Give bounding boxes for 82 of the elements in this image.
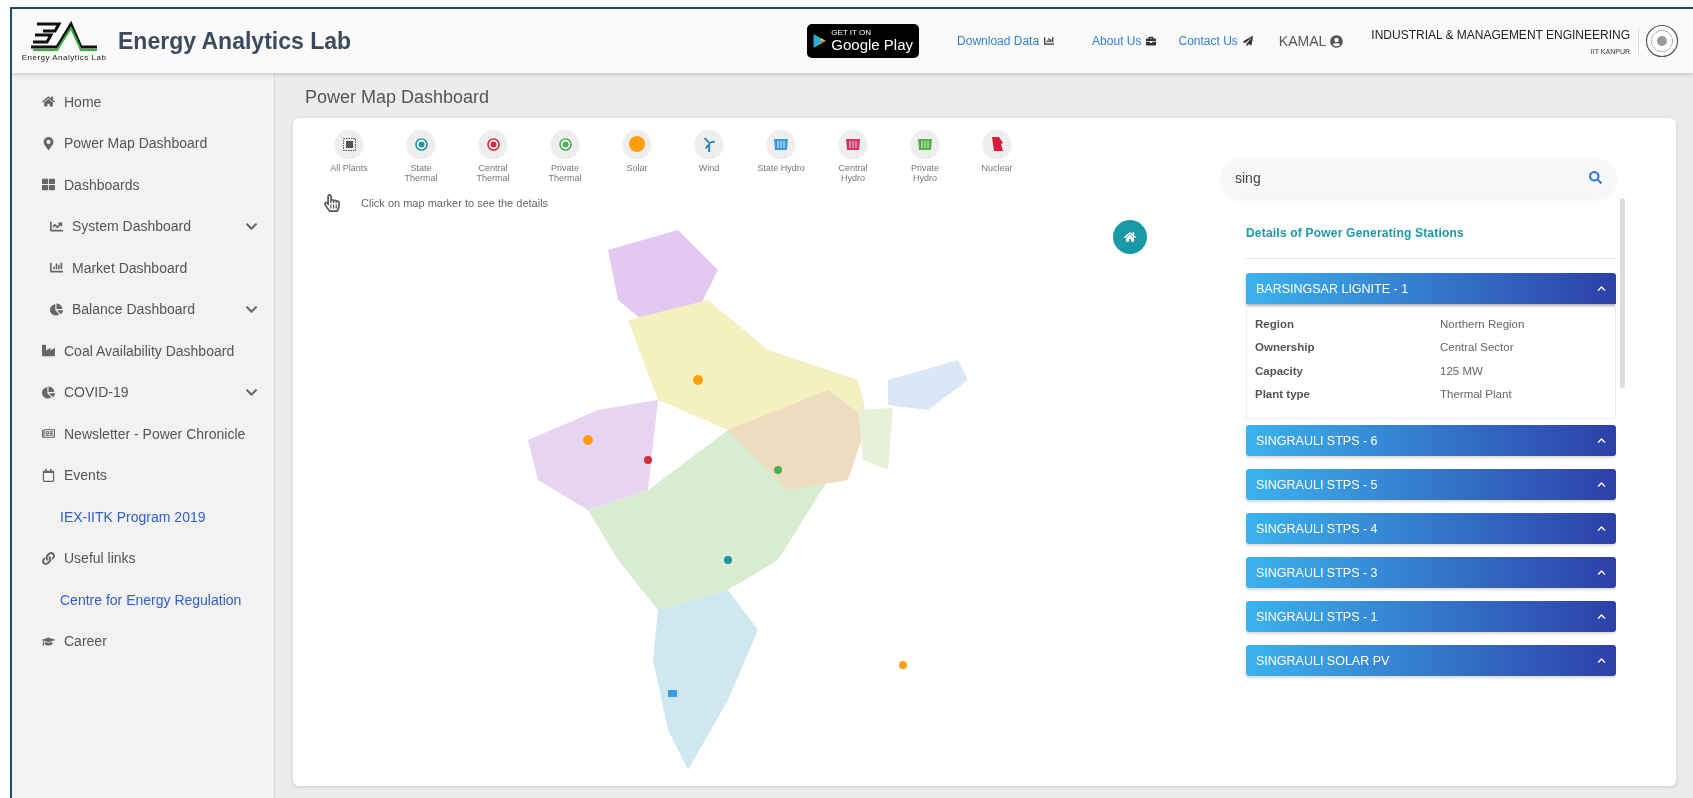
search-icon[interactable] [1589,171,1602,184]
link-icon [42,551,55,565]
sidebar-item[interactable]: Market Dashboard [12,247,274,289]
legend-filter[interactable]: Wind [673,130,745,184]
sidebar-item[interactable]: Home [12,81,274,123]
home-icon [1124,231,1136,243]
logo-caption: Energy Analytics Lab [21,52,107,62]
hand-pointer-icon [323,193,341,212]
bar-chart-icon [50,261,63,275]
legend-filter[interactable]: State Hydro [745,130,817,184]
chevron-up-icon [1597,656,1606,665]
station-header[interactable]: SINGRAULI STPS - 6 [1246,425,1616,456]
chevron-up-icon [1597,524,1606,533]
sidebar-item[interactable]: Events [12,454,274,496]
station-header[interactable]: SINGRAULI STPS - 5 [1246,469,1616,500]
header-link[interactable]: About Us [1092,34,1157,48]
pie-chart-icon [50,302,63,316]
briefcase-icon [1146,36,1157,46]
home-icon [42,95,55,109]
detail-label: Ownership [1255,341,1316,354]
user-menu[interactable]: KAMAL [1278,33,1344,49]
station-header[interactable]: SINGRAULI STPS - 4 [1246,513,1616,544]
legend-filter[interactable]: Private Hydro [889,130,961,184]
badge-caption: GET IT ON [831,28,873,37]
detail-value: 125 MW [1440,364,1484,377]
sidebar-item[interactable]: Power Map Dashboard [12,122,274,164]
chevron-up-icon [1597,568,1606,577]
map-home-button[interactable] [1113,220,1147,254]
emblem-icon [1645,24,1679,58]
detail-value: Central Sector [1440,341,1515,354]
bar-chart-icon [1044,36,1055,46]
grid-icon [42,178,55,192]
paper-plane-icon [1242,36,1253,46]
brand-title: Energy Analytics Lab [118,27,352,55]
newspaper-icon [42,427,55,441]
station-header[interactable]: SINGRAULI SOLAR PV [1246,645,1616,676]
detail-value: Thermal Plant [1440,388,1513,401]
legend-filter[interactable]: Solar [601,130,673,184]
sidebar-item[interactable]: COVID-19 [12,371,274,413]
chevron-up-icon [1597,436,1606,445]
station-header[interactable]: BARSINGSAR LIGNITE - 1 [1246,273,1616,304]
scrollbar[interactable] [1620,198,1625,388]
chevron-up-icon [1597,612,1606,621]
legend-filter[interactable]: Central Thermal [457,130,529,184]
sidebar-item[interactable]: Dashboards [12,164,274,206]
chevron-up-icon [1597,480,1606,489]
station-header[interactable]: SINGRAULI STPS - 1 [1246,601,1616,632]
badge-title: Google Play [831,36,914,54]
line-chart-icon [50,219,63,233]
detail-label: Region [1255,317,1295,330]
legend-filter[interactable]: All Plants [313,130,385,184]
sidebar-item[interactable]: Balance Dashboard [12,288,274,330]
sidebar-link[interactable]: Centre for Energy Regulation [12,579,274,621]
sidebar-item[interactable]: Newsletter - Power Chronicle [12,413,274,455]
pie-chart-icon [42,385,55,399]
sidebar-item[interactable]: System Dashboard [12,205,274,247]
header-link[interactable]: Contact Us [1178,34,1253,48]
chevron-up-icon [1597,284,1606,293]
detail-label: Capacity [1255,364,1304,377]
institute-name: INDUSTRIAL & MANAGEMENT ENGINEERING [1371,27,1630,42]
user-icon [1330,34,1344,48]
legend-filter[interactable]: State Thermal [385,130,457,184]
detail-value: Northern Region [1440,317,1526,330]
calendar-icon [42,468,55,482]
sidebar-item[interactable]: Coal Availability Dashboard [12,330,274,372]
search-field[interactable]: sing [1221,158,1616,198]
detail-label: Plant type [1255,388,1311,401]
sidebar-link[interactable]: IEX-IITK Program 2019 [12,496,274,538]
factory-icon [42,344,55,358]
details-title: Details of Power Generating Stations [1246,226,1616,259]
legend-filter[interactable]: Private Thermal [529,130,601,184]
legend-filter[interactable]: Nuclear [961,130,1033,184]
store-badge[interactable]: GET IT ON Google Play [807,24,920,58]
logo-drawing [29,20,99,53]
legend-filter[interactable]: Central Hydro [817,130,889,184]
map-pin-icon [42,136,55,150]
sidebar-item[interactable]: Career [12,620,274,662]
station-header[interactable]: SINGRAULI STPS - 3 [1246,557,1616,588]
page-title: Power Map Dashboard [305,87,491,108]
map-hint: Click on map marker to see the details [361,196,549,209]
sidebar-item[interactable]: Useful links [12,537,274,579]
header-link[interactable]: Download Data [957,34,1055,48]
